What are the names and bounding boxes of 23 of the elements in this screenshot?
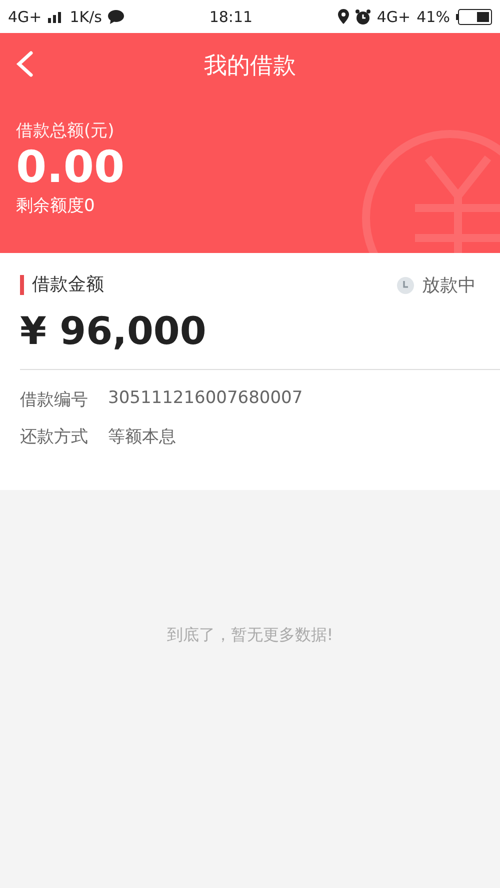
network-type: 4G+ xyxy=(376,8,411,26)
location-icon xyxy=(338,9,349,24)
loan-status: 放款中 xyxy=(422,274,476,297)
clock-icon xyxy=(397,276,414,294)
battery-icon xyxy=(456,8,492,24)
total-amount: 0.00 xyxy=(16,142,125,194)
page-title: 我的借款 xyxy=(204,52,296,80)
total-label: 借款总额(元) xyxy=(16,120,114,142)
signal-icon xyxy=(48,10,64,22)
end-of-list-message: 到底了，暂无更多数据! xyxy=(166,625,334,646)
detail-label: 还款方式 xyxy=(20,426,88,448)
loan-amount: ¥ 96,000 xyxy=(20,309,206,353)
remaining-quota: 剩余额度0 xyxy=(16,195,95,217)
detail-label: 借款编号 xyxy=(20,389,88,411)
alarm-icon xyxy=(354,8,371,24)
network-speed: 1K/s xyxy=(70,8,102,26)
detail-value: 305111216007680007 xyxy=(108,388,304,410)
loan-title: 借款金额 xyxy=(20,275,104,295)
network-type: 4G+ xyxy=(8,8,42,26)
detail-value: 等额本息 xyxy=(108,426,177,448)
clock-time: 18:11 xyxy=(209,8,253,26)
chat-icon xyxy=(108,10,124,24)
battery-percent: 41% xyxy=(416,8,450,26)
